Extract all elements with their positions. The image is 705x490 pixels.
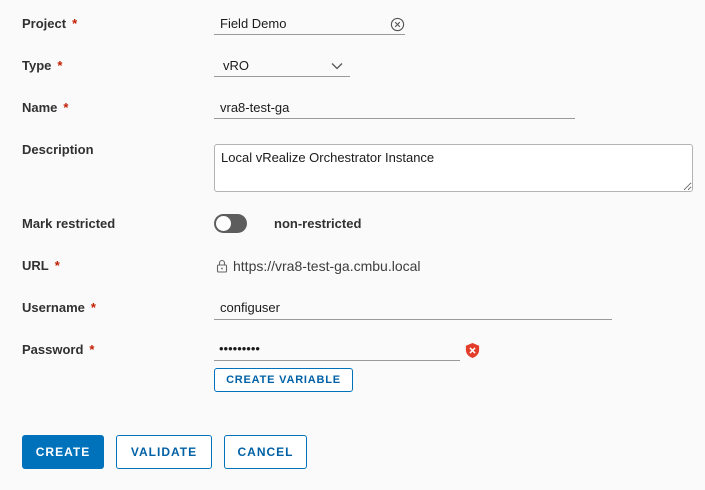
restricted-toggle[interactable] bbox=[214, 214, 247, 233]
password-input[interactable]: ••••••••• bbox=[214, 340, 460, 361]
url-label: URL * bbox=[22, 258, 60, 273]
name-input[interactable]: vra8-test-ga bbox=[214, 98, 575, 119]
name-label: Name * bbox=[22, 100, 69, 115]
lock-icon bbox=[215, 258, 229, 274]
description-textarea[interactable]: Local vRealize Orchestrator Instance bbox=[214, 144, 693, 192]
url-value: https://vra8-test-ga.cmbu.local bbox=[233, 258, 421, 274]
type-label: Type * bbox=[22, 58, 63, 73]
restricted-state-text: non-restricted bbox=[274, 216, 362, 231]
toggle-knob bbox=[216, 216, 231, 231]
create-button[interactable]: CREATE bbox=[22, 435, 104, 469]
create-variable-button[interactable]: CREATE VARIABLE bbox=[214, 368, 353, 392]
password-value: ••••••••• bbox=[219, 341, 260, 356]
type-value: vRO bbox=[223, 58, 249, 73]
project-label: Project * bbox=[22, 16, 78, 31]
mark-restricted-label: Mark restricted bbox=[22, 216, 116, 231]
project-value: Field Demo bbox=[220, 16, 287, 31]
clear-icon[interactable] bbox=[389, 16, 405, 32]
username-value: configuser bbox=[220, 300, 280, 315]
password-label: Password * bbox=[22, 342, 95, 357]
name-value: vra8-test-ga bbox=[220, 100, 290, 115]
description-label: Description bbox=[22, 142, 94, 157]
error-icon bbox=[463, 341, 481, 359]
chevron-down-icon[interactable] bbox=[330, 60, 344, 72]
cancel-button[interactable]: CANCEL bbox=[224, 435, 307, 469]
username-input[interactable]: configuser bbox=[214, 298, 612, 320]
username-label: Username * bbox=[22, 300, 96, 315]
validate-button[interactable]: VALIDATE bbox=[116, 435, 212, 469]
project-input[interactable]: Field Demo bbox=[214, 14, 405, 35]
